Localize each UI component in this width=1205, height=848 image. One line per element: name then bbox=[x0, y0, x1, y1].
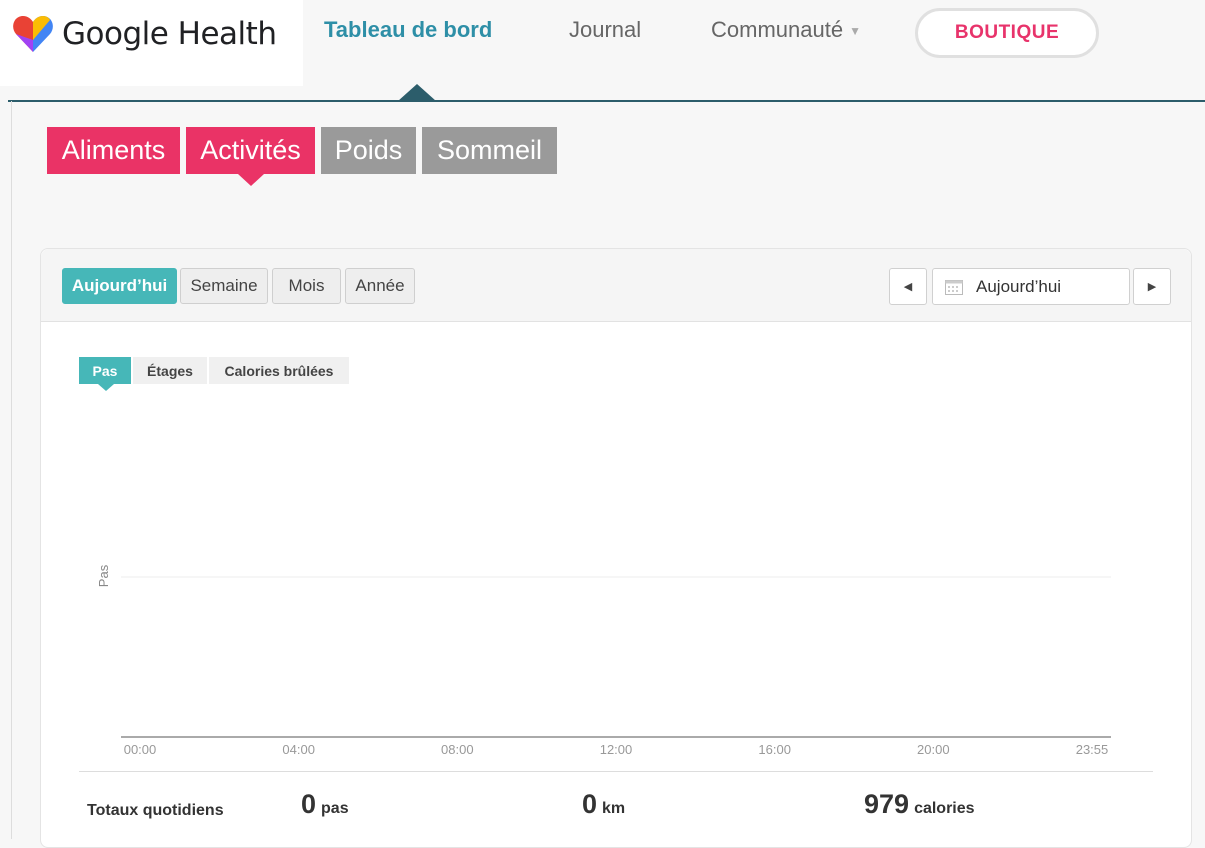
nav-community[interactable]: Communauté ▼ bbox=[711, 17, 861, 43]
totals-divider bbox=[79, 771, 1153, 772]
tab-aliments[interactable]: Aliments bbox=[47, 127, 180, 174]
total-steps-unit: pas bbox=[321, 800, 349, 817]
left-divider bbox=[11, 101, 12, 839]
active-tab-pointer bbox=[238, 174, 264, 186]
steps-chart: Pas 00:00 04:00 08:00 12:00 16:00 20:00 23:55 bbox=[96, 564, 1111, 757]
x-tick-label: 20:00 bbox=[917, 742, 950, 757]
totals-label: Totaux quotidiens bbox=[87, 802, 224, 819]
x-tick-label: 08:00 bbox=[441, 742, 474, 757]
total-distance: 0 km bbox=[582, 789, 625, 820]
brand-name: Google Health bbox=[62, 16, 277, 52]
x-tick-label: 04:00 bbox=[282, 742, 315, 757]
x-tick-label: 16:00 bbox=[758, 742, 791, 757]
total-steps-value: 0 bbox=[301, 789, 317, 819]
nav-dashboard[interactable]: Tableau de bord bbox=[324, 17, 492, 43]
tab-activites[interactable]: Activités bbox=[186, 127, 315, 174]
top-navigation: Google Health Tableau de bord Journal Co… bbox=[0, 0, 1205, 102]
x-tick-label: 12:00 bbox=[600, 742, 633, 757]
y-axis-label: Pas bbox=[96, 564, 111, 587]
x-axis-ticks: 00:00 04:00 08:00 12:00 16:00 20:00 23:55 bbox=[124, 742, 1109, 757]
nav-journal[interactable]: Journal bbox=[569, 17, 641, 43]
x-tick-label: 23:55 bbox=[1076, 742, 1109, 757]
total-calories-value: 979 bbox=[864, 789, 910, 819]
brand-logo[interactable]: Google Health bbox=[0, 0, 303, 86]
total-distance-unit: km bbox=[602, 800, 626, 817]
x-tick-label: 00:00 bbox=[124, 742, 157, 757]
total-steps: 0 pas bbox=[301, 789, 349, 820]
nav-divider bbox=[8, 100, 1205, 102]
shop-button[interactable]: BOUTIQUE bbox=[915, 8, 1099, 58]
heart-logo-icon bbox=[13, 16, 53, 52]
total-calories-unit: calories bbox=[914, 800, 975, 817]
tab-sommeil[interactable]: Sommeil bbox=[422, 127, 557, 174]
nav-community-label: Communauté bbox=[711, 17, 844, 42]
total-calories: 979 calories bbox=[864, 789, 975, 820]
total-distance-value: 0 bbox=[582, 789, 598, 819]
tab-poids[interactable]: Poids bbox=[321, 127, 416, 174]
active-nav-pointer bbox=[398, 84, 436, 101]
caret-down-icon: ▼ bbox=[849, 24, 861, 39]
activity-panel: Aujourd’hui Semaine Mois Année ◀ Aujourd… bbox=[40, 248, 1192, 848]
